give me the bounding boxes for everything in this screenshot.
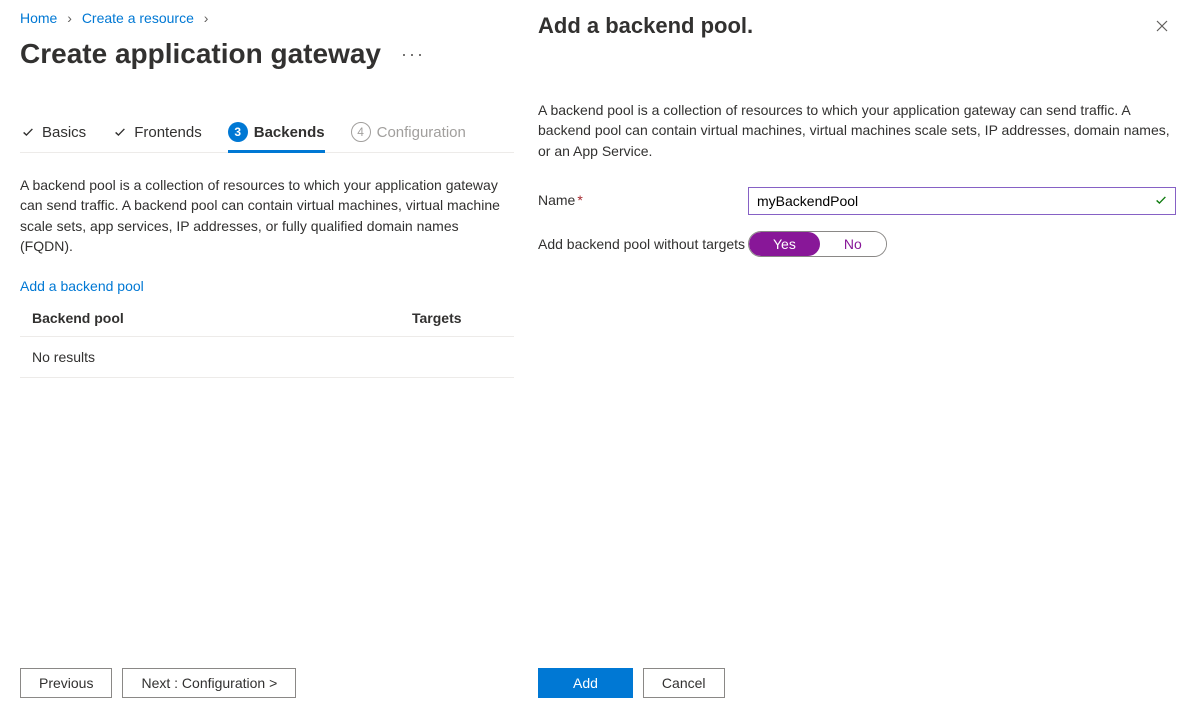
name-label: Name* xyxy=(538,187,748,208)
toggle-yes[interactable]: Yes xyxy=(749,232,820,256)
breadcrumb-home[interactable]: Home xyxy=(20,10,57,26)
tab-frontends[interactable]: Frontends xyxy=(112,124,202,151)
page-title: Create application gateway xyxy=(20,38,381,70)
cancel-button[interactable]: Cancel xyxy=(643,668,725,698)
tab-configuration[interactable]: 4 Configuration xyxy=(351,122,466,152)
step-number-icon: 3 xyxy=(228,122,248,142)
wizard-footer: Previous Next : Configuration > xyxy=(20,668,296,698)
required-icon: * xyxy=(577,192,582,208)
check-icon xyxy=(20,124,36,140)
tab-backends[interactable]: 3 Backends xyxy=(228,122,325,152)
chevron-right-icon: › xyxy=(204,10,209,26)
more-actions-button[interactable]: ··· xyxy=(401,45,425,63)
step-number-icon: 4 xyxy=(351,122,371,142)
chevron-right-icon: › xyxy=(67,10,72,26)
wizard-tabs: Basics Frontends 3 Backends 4 Configurat… xyxy=(20,122,514,153)
breadcrumb: Home › Create a resource › xyxy=(20,8,514,26)
table-header: Backend pool Targets xyxy=(20,300,514,337)
without-targets-toggle[interactable]: Yes No xyxy=(748,231,887,257)
backend-pool-form: Name* Add backend pool without targets Y… xyxy=(538,187,1176,257)
add-backend-pool-panel: Add a backend pool. A backend pool is a … xyxy=(514,0,1200,712)
add-backend-pool-link[interactable]: Add a backend pool xyxy=(20,278,144,294)
toggle-no[interactable]: No xyxy=(820,232,886,256)
add-button[interactable]: Add xyxy=(538,668,633,698)
name-input[interactable] xyxy=(748,187,1176,215)
tab-label: Frontends xyxy=(134,124,202,141)
table-header-backend-pool: Backend pool xyxy=(32,310,412,326)
next-configuration-button[interactable]: Next : Configuration > xyxy=(122,668,296,698)
create-gateway-page: Home › Create a resource › Create applic… xyxy=(0,0,514,712)
panel-description: A backend pool is a collection of resour… xyxy=(538,100,1176,161)
tab-label: Basics xyxy=(42,124,86,141)
without-targets-label: Add backend pool without targets xyxy=(538,231,748,252)
panel-title: Add a backend pool. xyxy=(538,13,753,39)
panel-footer: Add Cancel xyxy=(538,668,725,698)
tab-label: Backends xyxy=(254,124,325,141)
tab-basics[interactable]: Basics xyxy=(20,124,86,151)
close-button[interactable] xyxy=(1148,12,1176,40)
backends-description: A backend pool is a collection of resour… xyxy=(20,175,514,256)
table-header-targets: Targets xyxy=(412,310,502,326)
previous-button[interactable]: Previous xyxy=(20,668,112,698)
check-icon xyxy=(112,124,128,140)
table-empty-row: No results xyxy=(20,337,514,378)
backend-pool-table: Backend pool Targets No results xyxy=(20,300,514,378)
tab-label: Configuration xyxy=(377,124,466,141)
breadcrumb-create-resource[interactable]: Create a resource xyxy=(82,10,194,26)
validation-check-icon xyxy=(1154,193,1168,210)
